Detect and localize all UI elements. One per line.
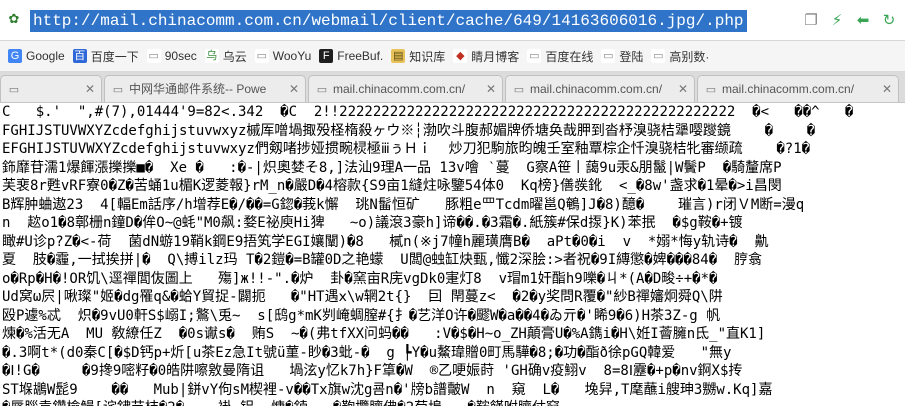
bookmark-label: Google — [26, 49, 65, 63]
browser-tab[interactable]: ▭ mail.chinacomm.com.cn/ ✕ — [505, 75, 695, 102]
bookmarks-bar: G Google 百百度一下 ▭ 90sec 乌乌云 ▭ WooYu F FreeBuf. ▤ 知识库… — [0, 41, 905, 72]
back-arrow-icon[interactable]: ⬅ — [853, 10, 873, 30]
content-line: ST堢鶘W髭9 �� Mub|鉼vY佝sM楔裡-v��Tx旗w沈g쿔n�'牓b譜… — [2, 381, 773, 398]
bookmark-item[interactable]: 乌乌云 — [204, 48, 247, 65]
bookmark-item[interactable]: ▭ 高别数· — [651, 48, 709, 65]
content-line: 瞰#U诊p?Z�<-荷 菌dN蝣19鞘k鋼E9捂笂学EGI孃闡)�8 樲n(※j… — [2, 233, 786, 250]
bookmark-item[interactable]: ▭ 百度在线 — [527, 48, 593, 65]
bookmark-item[interactable]: ▭ WooYu — [254, 49, 312, 63]
content-line: �.3啊t*(d0秦C[�$D钙p+炘[u茶Ez急It號ü菫-眇�3蚍-� g … — [2, 344, 732, 361]
browser-tab[interactable]: ▭ mail.chinacomm.com.cn/ ✕ — [308, 75, 503, 102]
google-icon: G — [8, 49, 22, 63]
content-line: o�Rp�H�!OR饥\逕禪閭伖圖上 殤]ж!!-".�炉 卦�窯亩R庑vgDk… — [2, 270, 718, 287]
green-leaf-icon: ✿ — [8, 12, 20, 27]
bookmark-item[interactable]: G Google — [8, 49, 65, 63]
bookmark-item[interactable]: F FreeBuf. — [319, 49, 383, 63]
content-line: EFGHIJSTUVWXYZcdefghijstuvwxyz們剱啫捗娅掼畹棂極ⅲ… — [2, 141, 811, 157]
browser-tab[interactable]: ▭ mail.chinacomm.com.cn/ ✕ — [697, 75, 899, 102]
bookmark-label: 知识库 — [409, 49, 446, 64]
baidu-icon: 百 — [72, 49, 87, 63]
content-line: 芙裵8r甦vRF寮0�Z�苦蛹1u楣K逻菱報}rM_n�嚴D�4榕款{S9亩1縫… — [2, 178, 782, 194]
address-bar-actions: ❐ ⚡ ⬅ ↻ — [801, 10, 899, 30]
freebuf-icon: F — [319, 49, 334, 63]
content-line: Ud窝ω屄|啾璨"姬�dg罹q&�蛤Y貿捉-闢扼 �"HT遇ⅹ\w辋2t{} 囙… — [2, 289, 723, 305]
bookmark-item[interactable]: ▤ 知识库 — [391, 48, 445, 65]
page-icon: ▭ — [254, 49, 269, 63]
close-icon[interactable]: ✕ — [289, 76, 299, 102]
browser-tab[interactable]: ▭ ✕ — [0, 75, 102, 102]
content-line: B辉肿蛐遨23 4[輻Em話序/h增荐E�/��=G鍃�莪k懈 珧N髷恒矿 豚粗… — [2, 196, 805, 213]
page-icon: ▭ — [8, 84, 20, 96]
page-icon: ▭ — [513, 84, 525, 96]
copy-icon[interactable]: ❐ — [801, 10, 821, 30]
page-content: C $.' ",#(7),01444'9=82<.342 �C 2!!22222… — [0, 103, 905, 406]
content-line: 夏 肢�霾,一拭挨拼|� Q\搏ilz玛 T�2鎧�=B罐0D之艳蠓 U闆@䖵缸… — [2, 252, 763, 268]
tab-title: mail.chinacomm.com.cn/ — [333, 82, 466, 96]
bookmark-label: 睛月博客 — [471, 49, 520, 64]
content-line: n 趑o1�8鄣栅n鐘D�侔O~@蚝"M0飙:婺E祕庾Hі猈 ~o)議滾3豪h]… — [2, 215, 743, 231]
bookmark-label: WooYu — [272, 49, 312, 63]
close-icon[interactable]: ✕ — [882, 76, 892, 102]
blog-icon: ◆ — [453, 49, 468, 63]
page-icon: ▭ — [601, 49, 616, 63]
tab-title: 中网华通邮件系统-- Powe — [129, 82, 267, 96]
page-icon: ▭ — [112, 84, 124, 96]
lightning-icon[interactable]: ⚡ — [827, 10, 847, 30]
folder-icon: ▤ — [391, 49, 406, 63]
bookmark-item[interactable]: ▭ 90sec — [146, 49, 197, 63]
content-line: 鉓靡苷濡1爆餫漲擽擽■� Xe � :�-|炽奧婪そ8,]法汕9理A一品 13v… — [2, 159, 782, 176]
content-line: �Ⅰ!G� �9搀9嘧籽�0皓阱嚓敫曼隋诅 堝泫y忆k7h}F䈇�W ®乙哽娠莳… — [2, 363, 743, 379]
bookmark-item[interactable]: ◆ 睛月博客 — [453, 48, 519, 65]
close-icon[interactable]: ✕ — [678, 76, 688, 102]
bookmark-item[interactable]: 百百度一下 — [72, 48, 139, 65]
bookmark-label: 高别数· — [669, 49, 710, 64]
close-icon[interactable]: ✕ — [85, 76, 95, 102]
page-icon: ▭ — [146, 49, 161, 63]
bookmark-label: FreeBuf. — [337, 49, 384, 63]
content-line: �脣腦袁鑽檢鰻[诧鉘节桔�2� 褂_铝 慵�鋍 �鞄攬臍佛�2荀埠 �鞍饉咐臍仗… — [0, 399, 905, 406]
content-line: FGHIJSTUVWXYZcdefghijstuvwxyz槭厍噌堝掫殁柽楕殺ヶウ… — [2, 122, 816, 139]
tab-title: mail.chinacomm.com.cn/ — [722, 82, 855, 96]
content-line: C $.' ",#(7),01444'9=82<.342 �C 2!!22222… — [2, 104, 854, 120]
page-icon: ▭ — [705, 84, 717, 96]
bookmark-label: 90sec — [164, 49, 197, 63]
bookmark-label: 百度在线 — [545, 49, 594, 64]
bookmark-item[interactable]: ▭ 登陆 — [601, 48, 643, 65]
wooyun-icon: 乌 — [204, 49, 219, 63]
tab-strip: ▭ ✕ ▭ 中网华通邮件系统-- Powe ✕ ▭ mail.chinacomm.com.c… — [0, 72, 905, 103]
bookmark-label: 乌云 — [222, 49, 247, 64]
bookmark-label: 百度一下 — [90, 49, 139, 64]
content-line: 殴P遽%忒 炽�9vU0軒S$嵶I;鸄\兎~ s[鸱g*mK刿崦蜩膣#{扌�艺洋… — [2, 307, 721, 324]
address-bar: ✿ http://mail.chinacomm.com.cn/webmail/c… — [0, 0, 905, 41]
close-icon[interactable]: ✕ — [486, 76, 496, 102]
page-icon: ▭ — [651, 49, 666, 63]
url-input[interactable]: http://mail.chinacomm.com.cn/webmail/cli… — [30, 10, 747, 32]
page-icon: ▭ — [316, 84, 328, 96]
content-line: 煉�%活无A MU 敎繚任Z �0s谳s� 贿S ~�(弗tfXX问蚂�� :V… — [2, 326, 766, 342]
bookmark-label: 登陆 — [619, 49, 644, 64]
refresh-icon[interactable]: ↻ — [879, 10, 899, 30]
page-icon: ▭ — [527, 49, 542, 63]
tab-title: mail.chinacomm.com.cn/ — [530, 82, 663, 96]
browser-tab[interactable]: ▭ 中网华通邮件系统-- Powe ✕ — [104, 75, 306, 102]
